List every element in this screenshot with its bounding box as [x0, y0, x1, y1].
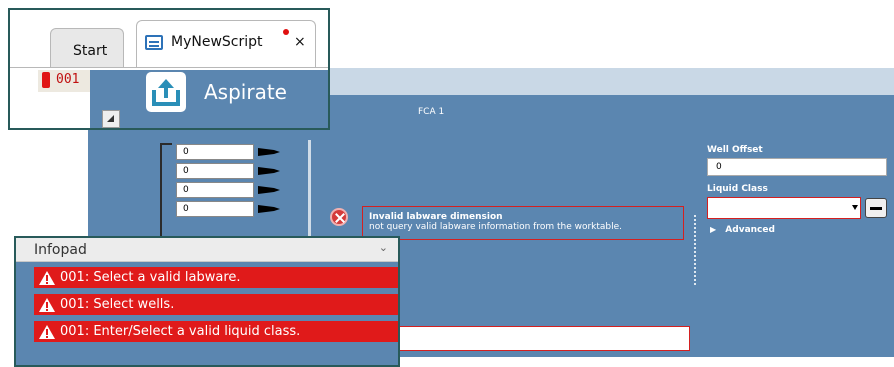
labware-input[interactable] [390, 326, 690, 351]
command-header-bar [300, 68, 894, 98]
step-row-001[interactable]: 001 [38, 70, 98, 92]
chevron-down-icon[interactable]: ⌄ [379, 241, 388, 254]
warning-triangle-icon [39, 271, 55, 285]
infopad-message[interactable]: 001: Enter/Select a valid liquid class. [34, 321, 398, 342]
warning-triangle-icon [39, 325, 55, 339]
tabs-callout: Start MyNewScript × 001 Aspirate [8, 8, 330, 130]
labware-error-box: Invalid labware dimension not query vali… [362, 206, 684, 240]
triangle-right-icon: ▶ [710, 225, 717, 234]
liquid-class-label: Liquid Class [707, 184, 768, 194]
error-x-icon [330, 208, 348, 226]
infopad-message-text: 001: Select wells. [60, 297, 175, 312]
warning-triangle-icon [39, 298, 55, 312]
close-icon[interactable]: × [294, 34, 306, 50]
chevron-down-icon [852, 205, 858, 210]
aspirate-command-bar: Aspirate [90, 70, 328, 128]
pipette-tip-icon [258, 205, 280, 213]
unsaved-indicator [283, 29, 289, 35]
aspirate-upload-icon [146, 72, 186, 112]
advanced-label: Advanced [725, 225, 775, 235]
volume-input-3[interactable]: 0 [176, 182, 254, 198]
channel-row-2: 0 [176, 163, 284, 180]
infopad-message[interactable]: 001: Select wells. [34, 294, 398, 315]
infopad-message-text: 001: Enter/Select a valid liquid class. [60, 324, 301, 339]
tabs-underline [10, 67, 328, 68]
channel-row-4: 0 [176, 201, 284, 218]
liquid-class-editor-button[interactable] [865, 198, 887, 218]
pipette-tip-icon [258, 186, 280, 194]
error-title: Invalid labware dimension [369, 212, 503, 222]
pipette-tip-icon [258, 167, 280, 175]
channel-row-1: 0 [176, 144, 284, 161]
volume-input-2[interactable]: 0 [176, 163, 254, 179]
well-offset-label: Well Offset [707, 145, 763, 155]
section-title-fca: FCA 1 [300, 98, 894, 126]
channel-row-3: 0 [176, 182, 284, 199]
well-offset-input[interactable]: 0 [707, 158, 887, 176]
tab-mynewscript[interactable]: MyNewScript × [136, 20, 316, 68]
pipette-tip-icon [258, 148, 280, 156]
panel-splitter[interactable] [694, 215, 698, 285]
step-number: 001 [56, 72, 80, 87]
tab-script-label: MyNewScript [171, 34, 263, 50]
error-message: not query valid labware information from… [369, 222, 623, 232]
volume-input-1[interactable]: 0 [176, 144, 254, 160]
script-document-icon [145, 35, 163, 50]
tab-start[interactable]: Start [50, 28, 124, 68]
volume-input-4[interactable]: 0 [176, 201, 254, 217]
tab-start-label: Start [73, 43, 108, 59]
liquid-class-select[interactable] [707, 197, 861, 219]
infopad-panel: Infopad ⌄ 001: Select a valid labware. 0… [14, 236, 400, 367]
infopad-message-text: 001: Select a valid labware. [60, 270, 241, 285]
advanced-expander[interactable]: ▶ Advanced [710, 225, 775, 235]
infopad-title: Infopad [34, 242, 87, 258]
error-marker [42, 72, 50, 88]
infopad-header: Infopad ⌄ [16, 238, 398, 262]
command-title: Aspirate [204, 80, 287, 104]
infopad-message[interactable]: 001: Select a valid labware. [34, 267, 398, 288]
collapse-button[interactable] [102, 110, 120, 128]
